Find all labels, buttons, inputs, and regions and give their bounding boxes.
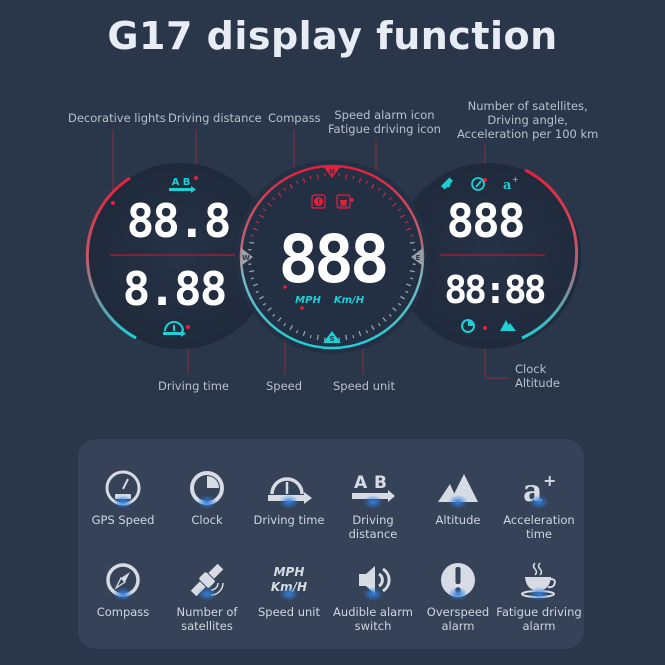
driving-distance-icon: A B [352, 473, 395, 502]
center-speed-gauge: N S W E 888 MPH Km/H [235, 160, 429, 354]
right-bottom-digits: 88:88 [444, 268, 545, 312]
unit-mph: MPH [295, 295, 321, 306]
feature-label: Clock [191, 513, 223, 527]
compass-tick [352, 335, 355, 339]
compass-tick [345, 334, 348, 340]
satellite-icon [190, 563, 224, 597]
feature-label: Speed unit [258, 605, 320, 619]
compass-s: S [329, 335, 334, 343]
compass-tick [409, 270, 415, 273]
speaker-icon [359, 566, 391, 594]
hud-display-diagram: A B 88.8 8.88 a + 888 88:88 N S W E 888 … [85, 130, 581, 379]
acceleration-icon: a + [523, 471, 556, 508]
compass-tick [410, 277, 414, 280]
feature-driving-distance: A B Driving distance [328, 465, 418, 541]
feature-panel: GPS Speed Clock Driving time A B Driving… [78, 439, 584, 649]
acceleration-small-icon: a [503, 178, 512, 193]
gps-speed-icon [105, 470, 141, 506]
compass-n: N [329, 168, 335, 176]
svg-text:A: A [354, 473, 368, 493]
compass-tick [410, 234, 414, 237]
clock-icon [190, 471, 224, 505]
feature-gps-speed: GPS Speed [78, 465, 168, 527]
overspeed-icon [441, 563, 475, 597]
feature-label: Driving distance [348, 513, 398, 541]
driving-time-icon [268, 477, 312, 504]
feature-audible-alarm: Audible alarm switch [328, 557, 418, 633]
feature-overspeed: Overspeed alarm [413, 557, 503, 633]
feature-fatigue-alarm: Fatigue driving alarm [494, 557, 584, 633]
speed-unit-mph: MPH [273, 565, 305, 579]
feature-label: Altitude [435, 513, 481, 527]
compass-tick [316, 174, 319, 180]
coffee-cup-icon [521, 562, 556, 598]
altitude-icon [438, 474, 478, 502]
ab-icon-text: A B [172, 177, 191, 188]
left-top-digits: 88.8 [127, 194, 230, 248]
compass-e: E [416, 254, 421, 262]
svg-text:+: + [512, 175, 519, 184]
feature-label: Overspeed alarm [426, 605, 490, 633]
feature-driving-time: Driving time [244, 465, 334, 527]
compass-tick [249, 270, 255, 273]
feature-label: Acceleration time [503, 513, 575, 541]
feature-label: Driving time [253, 513, 325, 527]
unit-kmh: Km/H [334, 295, 365, 306]
speed-unit-kmh: Km/H [270, 580, 308, 594]
compass-tick [352, 175, 355, 179]
compass-tick [345, 174, 348, 180]
svg-text:+: + [543, 471, 556, 490]
feature-compass: Compass [78, 557, 168, 619]
feature-altitude: Altitude [413, 465, 503, 527]
speed-unit-icon: MPH Km/H [244, 557, 334, 603]
svg-text:a: a [523, 474, 542, 508]
feature-satellites: Number of satellites [162, 557, 252, 633]
feature-acceleration: a + Acceleration time [494, 465, 584, 541]
compass-tick [316, 334, 319, 340]
compass-tick [250, 234, 254, 237]
feature-label: GPS Speed [91, 513, 155, 527]
speed-digits: 888 [278, 221, 385, 298]
compass-w: W [242, 254, 250, 262]
svg-text:B: B [374, 473, 387, 493]
compass-tick [250, 277, 254, 280]
feature-label: Audible alarm switch [333, 605, 413, 633]
feature-clock: Clock [162, 465, 252, 527]
compass-tick [309, 335, 312, 339]
feature-label: Compass [96, 605, 150, 619]
left-bottom-digits: 8.88 [123, 262, 226, 316]
compass-icon [106, 563, 140, 597]
feature-label: Number of satellites [176, 605, 238, 633]
feature-label: Fatigue driving alarm [496, 605, 582, 633]
compass-tick [409, 241, 415, 244]
compass-tick [249, 241, 255, 244]
compass-tick [309, 175, 312, 179]
right-top-digits: 888 [446, 194, 523, 248]
feature-speed-unit: MPH Km/H Speed unit [244, 557, 334, 619]
